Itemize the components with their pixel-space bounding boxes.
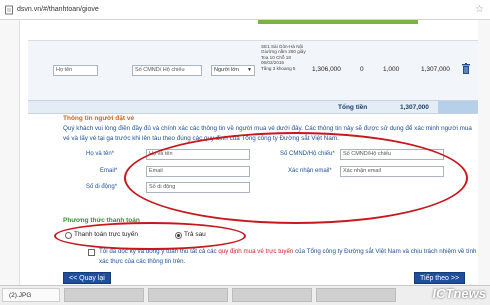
ticket-price: 1,306,000 [312,66,341,73]
passenger-type-select[interactable]: Người lớn ▼ [211,65,255,76]
buyer-info-highlight-oval [124,132,468,224]
buyer-section-title: Thông tin người đặt vé [63,115,135,122]
terms-link[interactable]: quy định mua vé trực tuyến [218,248,293,255]
download-item[interactable]: (2).JPG [2,288,60,302]
passenger-name-input[interactable]: Họ tên [53,65,98,76]
buyer-email-label: Email* [100,168,118,174]
url-text: dsvn.vn/#/thanhtoan/giove [17,6,99,13]
chevron-down-icon: ▼ [247,67,252,73]
download-item-blurred[interactable] [64,288,144,302]
downloads-bar: (2).JPG ICTnews [0,285,490,305]
bookmark-star-icon[interactable]: ☆ [475,4,484,15]
download-file-name: (2).JPG [9,292,32,299]
download-item-blurred[interactable] [316,288,396,302]
ticket-row: Họ tên Số CMND/ Hộ chiếu Người lớn ▼ SE1… [28,40,478,100]
left-margin [0,20,20,285]
buyer-name-label: Họ và tên* [86,151,115,157]
ticket-info: SE1 Sài Gòn-Hà Nội Giường nằm 280 giây T… [261,44,311,71]
address-bar[interactable]: dsvn.vn/#/thanhtoan/giove ☆ [0,0,490,20]
checkout-page: Họ tên Số CMND/ Hộ chiếu Người lớn ▼ SE1… [28,20,478,284]
header-accent-bar [258,20,418,24]
ticket-discount: 0 [360,66,364,73]
ticket-amount: 1,307,000 [421,66,450,73]
total-row: Tổng tiền 1,307,000 [28,100,478,114]
buyer-phone-label: Số di động* [86,184,118,190]
agree-checkbox[interactable] [88,249,95,256]
download-item-blurred[interactable] [232,288,312,302]
back-button[interactable]: << Quay lại [63,272,111,284]
download-item-blurred[interactable] [148,288,228,302]
total-value: 1,307,000 [400,104,429,111]
passenger-id-input[interactable]: Số CMND/ Hộ chiếu [132,65,202,76]
watermark-logo: ICTnews [432,286,486,301]
page-icon [5,5,13,14]
passenger-type-value: Người lớn [214,67,239,73]
agreement-text: Tôi đã đọc kỹ và đồng ý tuân thủ tất cả … [99,247,479,267]
ticket-insurance: 1,000 [383,66,400,73]
total-label: Tổng tiền [338,104,368,111]
total-highlight [438,101,478,113]
payment-method-highlight-oval [54,222,246,250]
trash-icon[interactable] [461,63,471,74]
ticket-info-line: Tầng 3 khoang 5 [261,65,296,71]
next-button[interactable]: Tiếp theo >> [414,272,466,284]
